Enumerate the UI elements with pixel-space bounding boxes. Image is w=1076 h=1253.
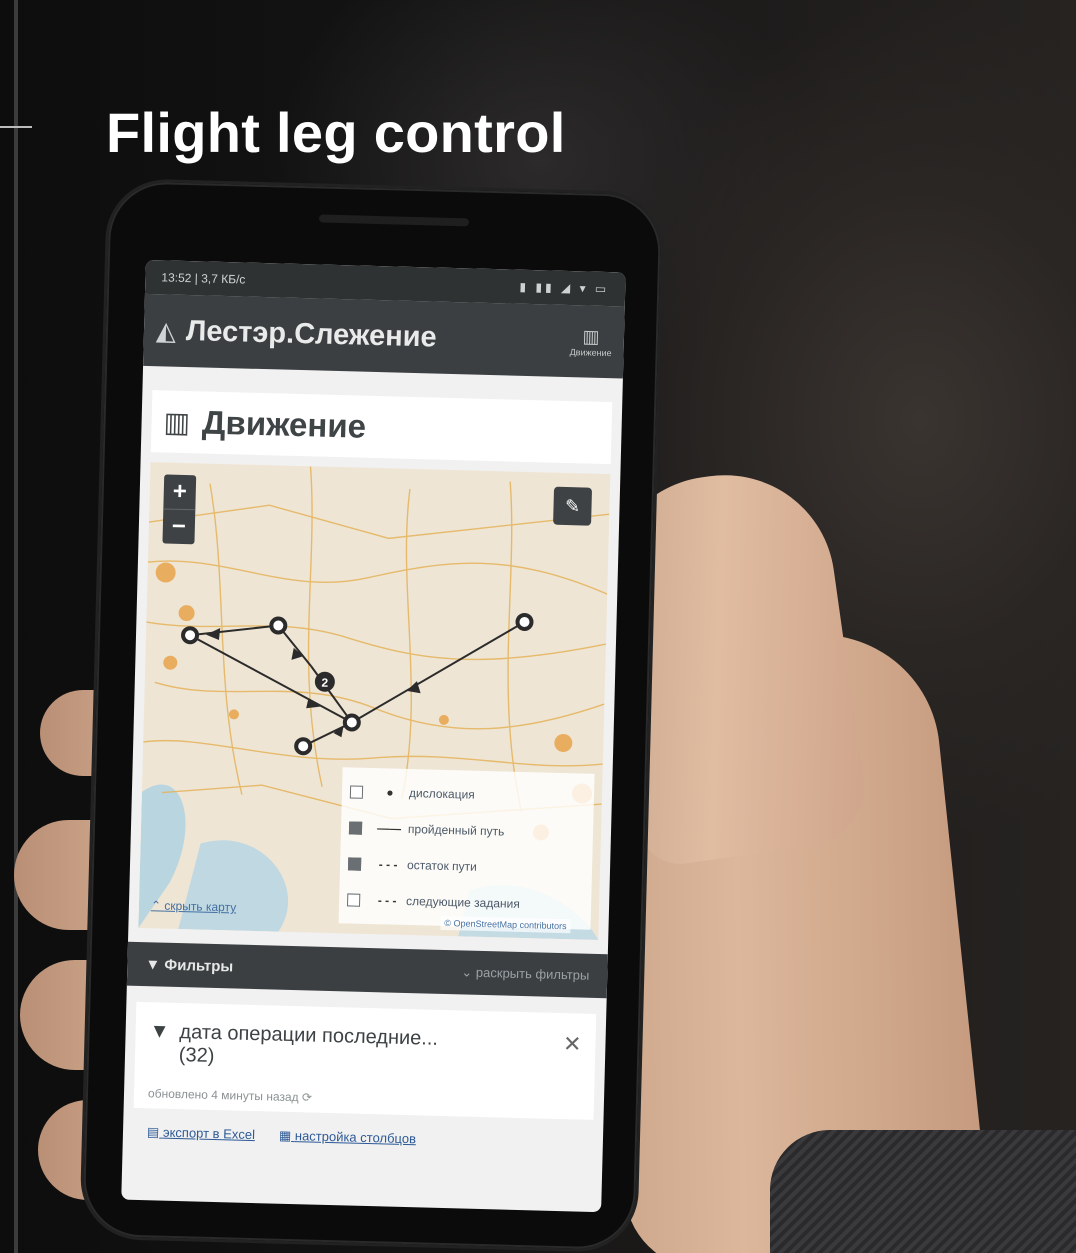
status-time: 13:52 | 3,7 КБ/с [161,270,246,287]
funnel-icon: ▼ [149,1020,170,1043]
funnel-icon: ▼ [145,955,161,974]
legend-dot-symbol: ● [386,785,394,800]
section-title: Движение [201,403,367,445]
bottom-links: ▤ экспорт в Excel ▦ настройка столбцов [147,1124,579,1151]
app-bar: ◭ Лестэр.Слежение ▥ Движение [143,293,625,379]
legend-checkbox-dislocation[interactable] [349,784,364,799]
refresh-icon[interactable]: ⟳ [302,1090,312,1104]
phone-speaker [318,214,470,227]
active-filter-chip: ▼ дата операции последние... (32) ✕ обно… [133,1001,597,1120]
status-icons: ▮ ▮▮ ◢ ▾ ▭ [519,279,610,297]
window-frame-edge [14,0,18,1253]
filter-text-block: дата операции последние... (32) [179,1021,439,1074]
hide-map-link[interactable]: ⌃ скрыть карту [151,898,237,914]
legend-checkbox-remaining[interactable] [347,856,362,871]
hide-map-label: скрыть карту [164,898,237,915]
legend-label: следующие задания [405,893,520,911]
file-icon: ▤ [146,1124,160,1140]
updated-note: обновлено 4 минуты назад ⟳ [148,1086,580,1111]
photo-background: 13:52 | 3,7 КБ/с ▮ ▮▮ ◢ ▾ ▭ ◭ Лестэр.Сле… [0,0,1076,1253]
pencil-icon: ✎ [564,495,581,517]
close-icon[interactable]: ✕ [563,1031,582,1057]
filter-count: (32) [178,1044,215,1067]
updated-text: обновлено 4 минуты назад [147,1086,299,1105]
legend-checkbox-passed[interactable] [348,820,363,835]
expand-filters-label: раскрыть фильтры [475,964,590,983]
filter-text: дата операции последние... [179,1021,439,1050]
zoom-controls: + − [162,474,197,545]
map-icon: ▥ [582,325,600,347]
map-legend: ● дислокация —— пройденный путь - - - ос… [338,767,595,930]
smartphone: 13:52 | 3,7 КБ/с ▮ ▮▮ ◢ ▾ ▭ ◭ Лестэр.Сле… [82,180,662,1251]
filters-bar[interactable]: ▼ Фильтры ⌄ раскрыть фильтры [126,941,608,999]
edit-pencil-button[interactable]: ✎ [553,486,593,526]
legend-dashed-symbol: - - - [377,893,397,908]
table-icon: ▦ [278,1127,292,1144]
zoom-out-button[interactable]: − [162,509,195,544]
nav-movement-button[interactable]: ▥ Движение [570,326,613,358]
frame-tick [0,126,32,128]
section-header: ▥ Движение [150,390,613,465]
legend-dashed-symbol: - - - [378,857,398,872]
jacket-sleeve [770,1130,1076,1253]
phone-screen: 13:52 | 3,7 КБ/с ▮ ▮▮ ◢ ▾ ▭ ◭ Лестэр.Сле… [121,259,626,1213]
route-map[interactable]: 2 + − ✎ ● дислокация —— пройденный путь … [138,462,611,940]
legend-item[interactable]: - - - остаток пути [347,845,585,887]
export-excel-label: экспорт в Excel [162,1124,256,1143]
export-excel-link[interactable]: ▤ экспорт в Excel [147,1124,255,1143]
column-settings-link[interactable]: ▦ настройка столбцов [279,1128,416,1148]
legend-label: пройденный путь [407,821,505,839]
page-title: Flight leg control [106,101,566,164]
filters-title: Фильтры [164,956,234,975]
app-title: Лестэр.Слежение [185,314,438,354]
legend-checkbox-next-tasks[interactable] [347,892,361,907]
legend-line-symbol: —— [376,821,402,836]
zoom-in-button[interactable]: + [163,474,196,509]
legend-item[interactable]: —— пройденный путь [348,809,586,851]
map-icon: ▥ [163,405,191,438]
expand-filters-link[interactable]: ⌄ раскрыть фильтры [461,964,589,983]
route-arrows [206,627,421,738]
legend-label: остаток пути [406,857,478,874]
nav-movement-label: Движение [569,346,612,358]
column-settings-label: настройка столбцов [294,1128,417,1147]
route-lines [189,621,526,748]
route-waypoints [181,612,534,756]
legend-label: дислокация [408,785,475,802]
sea-area [178,840,289,932]
triangle-logo-icon: ◭ [155,314,177,346]
waypoint-badge: 2 [321,676,328,690]
legend-item[interactable]: ● дислокация [349,773,587,815]
